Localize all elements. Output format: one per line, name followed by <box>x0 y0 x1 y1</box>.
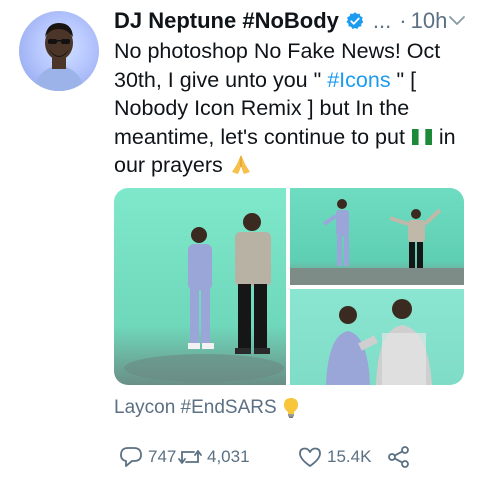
tweet-header: DJ Neptune #NoBody ... · 10h <box>114 6 474 36</box>
heart-icon <box>299 447 321 467</box>
media-photo-1[interactable] <box>114 188 286 385</box>
reply-button[interactable]: 747 <box>118 445 176 469</box>
tweet-timestamp[interactable]: 10h <box>411 8 448 34</box>
folded-hands-icon <box>231 155 250 174</box>
photo-two-men-dancing <box>290 199 464 285</box>
avatar-image <box>33 23 85 91</box>
verified-badge-icon <box>346 12 364 29</box>
like-button[interactable]: 15.4K <box>297 445 371 469</box>
reply-count: 747 <box>148 447 177 466</box>
time-separator: · <box>399 8 407 33</box>
retweet-count: 4,031 <box>207 447 250 466</box>
tweet-media-grid[interactable] <box>114 188 464 385</box>
retweet-icon <box>178 450 202 464</box>
reply-icon <box>120 447 142 467</box>
author-avatar[interactable] <box>19 11 99 91</box>
tweet-text: No photoshop No Fake News! Oct 30th, I g… <box>114 37 464 180</box>
share-button[interactable] <box>386 445 412 469</box>
media-photo-3[interactable] <box>290 289 464 385</box>
header-ellipsis: ... <box>372 8 392 33</box>
media-caption: Laycon #EndSARS <box>114 397 299 419</box>
lightbulb-icon <box>283 398 298 418</box>
hashtag-icons-link[interactable]: #Icons <box>327 68 390 92</box>
share-icon <box>388 446 409 468</box>
retweet-button[interactable]: 4,031 <box>177 445 250 469</box>
tweet-action-bar: 747 4,031 15.4K <box>114 443 454 471</box>
caption-text[interactable]: Laycon #EndSARS <box>114 397 277 419</box>
author-name[interactable]: DJ Neptune #NoBody <box>114 8 339 34</box>
like-count: 15.4K <box>327 447 372 466</box>
photo-two-men-standing <box>124 213 284 382</box>
photo-two-men-posing <box>326 299 432 385</box>
chevron-down-icon[interactable] <box>448 14 466 28</box>
media-photo-2[interactable] <box>290 188 464 285</box>
nigeria-flag-icon <box>411 128 432 145</box>
